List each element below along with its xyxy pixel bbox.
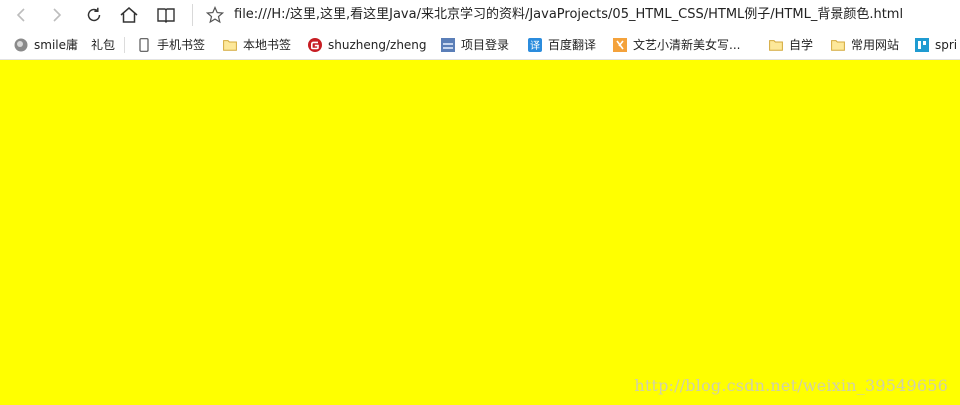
avatar-icon: [14, 38, 28, 52]
refresh-icon: [87, 7, 101, 22]
watermark-text: http://blog.csdn.net/weixin_39549656: [634, 376, 948, 395]
refresh-button[interactable]: [81, 2, 107, 28]
bookmark-spring[interactable]: spri: [915, 30, 957, 59]
folder-icon: [769, 38, 783, 52]
star-icon: [206, 6, 224, 24]
bookmark-common-sites[interactable]: 常用网站: [831, 30, 899, 59]
reading-view-button[interactable]: [153, 2, 179, 28]
site-icon: [613, 37, 627, 52]
phone-icon: [137, 37, 151, 52]
gitee-icon: [308, 37, 322, 52]
bookmark-label: 礼包: [91, 38, 116, 52]
bookmark-wenyi[interactable]: 文艺小清新美女写...: [613, 30, 740, 59]
back-button[interactable]: [8, 2, 34, 28]
folder-icon: [831, 38, 845, 52]
folder-icon: [223, 38, 237, 52]
bookmark-label: 手机书签: [157, 38, 206, 52]
bookmark-shuzheng[interactable]: shuzheng/zheng: [308, 30, 427, 59]
svg-text:译: 译: [530, 40, 540, 52]
page-content: http://blog.csdn.net/weixin_39549656: [0, 60, 960, 405]
bookmark-project-login[interactable]: 项目登录: [441, 30, 509, 59]
bookmark-label: spri: [935, 37, 958, 52]
bookmark-label: 自学: [789, 38, 814, 52]
address-bar[interactable]: file:///H:/这里,这里,看这里Java/来北京学习的资料/JavaPr…: [234, 0, 903, 30]
bookmark-label: smile庸: [34, 38, 78, 52]
bookmark-self-study[interactable]: 自学: [769, 30, 813, 59]
favorite-button[interactable]: [202, 2, 228, 28]
bookmark-gift[interactable]: 礼包: [91, 30, 115, 59]
book-icon: [157, 8, 175, 23]
bookmarks-separator: [124, 37, 125, 53]
site-icon: [915, 37, 929, 52]
toolbar-separator: [192, 4, 193, 26]
bookmark-label: shuzheng/zheng: [328, 37, 427, 52]
bookmark-label: 文艺小清新美女写...: [633, 38, 741, 52]
site-icon: [441, 37, 455, 52]
bookmarks-bar: smile庸 礼包 手机书签 本地书签 shuzheng/zheng 项目登录 …: [0, 30, 960, 60]
bookmark-baidu-translate[interactable]: 译 百度翻译: [528, 30, 596, 59]
home-icon: [120, 7, 138, 23]
bookmark-local[interactable]: 本地书签: [223, 30, 291, 59]
chevron-right-icon: [53, 8, 62, 22]
translate-icon: 译: [528, 37, 542, 52]
browser-toolbar: file:///H:/这里,这里,看这里Java/来北京学习的资料/JavaPr…: [0, 0, 960, 30]
home-button[interactable]: [116, 2, 142, 28]
bookmark-label: 常用网站: [851, 38, 900, 52]
chevron-left-icon: [16, 8, 25, 22]
bookmark-label: 项目登录: [461, 38, 510, 52]
bookmark-smile[interactable]: smile庸: [14, 30, 78, 59]
forward-button[interactable]: [44, 2, 70, 28]
bookmark-mobile[interactable]: 手机书签: [137, 30, 205, 59]
bookmark-label: 本地书签: [243, 38, 292, 52]
bookmark-label: 百度翻译: [548, 38, 597, 52]
